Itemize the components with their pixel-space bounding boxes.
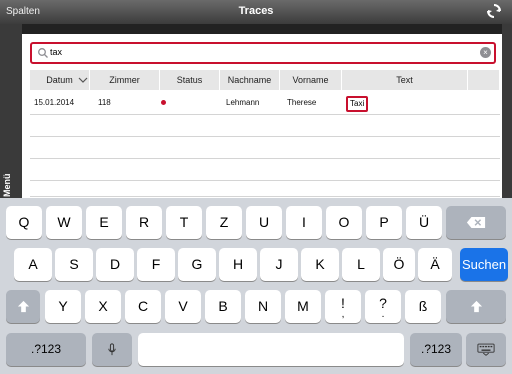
cell-text-highlighted: Taxi	[346, 96, 369, 112]
column-header-vorname[interactable]: Vorname	[280, 70, 342, 90]
row-divider	[30, 180, 500, 181]
key-x[interactable]: X	[85, 290, 121, 323]
shift-icon	[470, 301, 482, 313]
key-g[interactable]: G	[178, 248, 216, 281]
key-oe[interactable]: Ö	[383, 248, 415, 281]
row-divider	[30, 136, 500, 137]
key-v[interactable]: V	[165, 290, 201, 323]
shift-key-left[interactable]	[6, 290, 40, 323]
backspace-icon	[466, 217, 486, 229]
key-ae[interactable]: Ä	[418, 248, 452, 281]
sort-chevron-icon[interactable]	[78, 77, 88, 83]
search-input[interactable]	[50, 45, 470, 59]
column-header-zimmer[interactable]: Zimmer	[90, 70, 160, 90]
key-question-period[interactable]: ? .	[365, 290, 401, 323]
table-header: Datum Zimmer Status Nachname Vorname Tex…	[30, 70, 500, 90]
key-p[interactable]: P	[366, 206, 402, 239]
key-u[interactable]: U	[246, 206, 282, 239]
key-c[interactable]: C	[125, 290, 161, 323]
keyboard-icon	[477, 343, 495, 357]
key-sub-period: .	[381, 309, 385, 320]
key-d[interactable]: D	[96, 248, 134, 281]
column-header-datum[interactable]: Datum	[30, 70, 90, 90]
shift-key-right[interactable]	[446, 290, 506, 323]
row-divider	[30, 158, 500, 159]
key-f[interactable]: F	[137, 248, 175, 281]
page-title: Traces	[238, 5, 274, 17]
top-bar: Spalten Traces	[0, 0, 512, 24]
numbers-key-left[interactable]: .?123	[6, 333, 86, 366]
key-a[interactable]: A	[14, 248, 52, 281]
numbers-key-right[interactable]: .?123	[410, 333, 462, 366]
key-sub-comma: ,	[341, 309, 345, 320]
search-key[interactable]: Suchen	[460, 248, 508, 281]
key-k[interactable]: K	[301, 248, 339, 281]
key-exclaim-comma[interactable]: ! ,	[325, 290, 361, 323]
key-i[interactable]: I	[286, 206, 322, 239]
hide-keyboard-key[interactable]	[466, 333, 506, 366]
key-q[interactable]: Q	[6, 206, 42, 239]
clear-search-icon[interactable]: ×	[480, 47, 491, 58]
status-dot	[161, 100, 166, 105]
search-field[interactable]: ×	[30, 42, 496, 64]
side-menu[interactable]: Menü	[0, 24, 22, 198]
column-header-empty	[468, 70, 500, 90]
key-w[interactable]: W	[46, 206, 82, 239]
column-header-text[interactable]: Text	[342, 70, 468, 90]
traces-panel: × Datum Zimmer Status Nachname Vorname T…	[22, 34, 502, 198]
cell-datum: 15.01.2014	[34, 98, 75, 107]
key-sz[interactable]: ß	[405, 290, 441, 323]
right-edge	[502, 24, 512, 198]
cell-nachname: Lehmann	[226, 98, 260, 107]
key-l[interactable]: L	[342, 248, 380, 281]
space-key[interactable]	[138, 333, 404, 366]
shift-icon	[17, 301, 29, 313]
key-e[interactable]: E	[86, 206, 122, 239]
column-header-nachname[interactable]: Nachname	[220, 70, 280, 90]
key-j[interactable]: J	[260, 248, 298, 281]
key-h[interactable]: H	[219, 248, 257, 281]
microphone-icon	[108, 343, 116, 356]
key-t[interactable]: T	[166, 206, 202, 239]
key-r[interactable]: R	[126, 206, 162, 239]
row-divider	[30, 114, 500, 115]
column-header-status[interactable]: Status	[160, 70, 220, 90]
key-b[interactable]: B	[205, 290, 241, 323]
key-s[interactable]: S	[55, 248, 93, 281]
cell-vorname: Therese	[287, 98, 317, 107]
key-n[interactable]: N	[245, 290, 281, 323]
search-icon	[38, 48, 48, 58]
key-ue[interactable]: Ü	[406, 206, 442, 239]
key-z[interactable]: Z	[206, 206, 242, 239]
dictation-key[interactable]	[92, 333, 132, 366]
row-divider	[30, 196, 500, 197]
cell-zimmer: 118	[98, 98, 111, 107]
key-y[interactable]: Y	[45, 290, 81, 323]
key-m[interactable]: M	[285, 290, 321, 323]
backspace-key[interactable]	[446, 206, 506, 239]
refresh-icon[interactable]	[486, 3, 502, 19]
key-o[interactable]: O	[326, 206, 362, 239]
on-screen-keyboard: Q W E R T Z U I O P Ü A S D F G H J K L …	[0, 198, 512, 374]
